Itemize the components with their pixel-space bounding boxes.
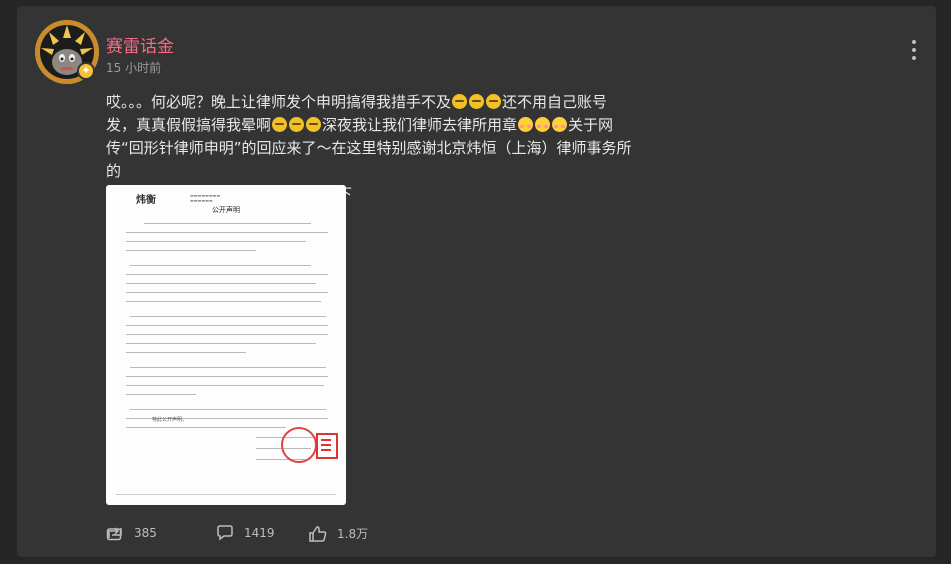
doc-text-line <box>126 394 196 395</box>
doc-text-line <box>130 409 326 410</box>
verified-badge-icon: ✦ <box>77 62 95 80</box>
doc-text-line <box>130 265 311 266</box>
doc-closing: 特此公开声明。 <box>152 417 188 423</box>
sleep-emoji-icon <box>289 117 305 132</box>
doc-text-line <box>126 352 246 353</box>
doc-text-line <box>126 241 306 242</box>
comment-count: 1419 <box>244 526 275 540</box>
doc-text-line <box>126 283 316 284</box>
doc-text-line <box>126 334 328 335</box>
doc-text-line <box>126 292 328 293</box>
doc-logo-subtext: ▬▬▬▬▬▬▬▬ ▬▬▬▬▬▬ <box>190 193 221 203</box>
doc-text-line <box>126 376 328 377</box>
sleep-emoji-icon <box>469 94 485 109</box>
doc-text-line <box>126 232 328 233</box>
like-count: 1.8万 <box>337 527 369 541</box>
blush-emoji-icon <box>552 117 568 132</box>
blush-emoji-icon <box>535 117 551 132</box>
sleep-emoji-icon <box>452 94 468 109</box>
doc-logo: 炜衡 <box>136 195 156 206</box>
post-text-line: 传“回形针律师申明”的回应来了～在这里特别感谢北京炜恒（上海）律师事务所的 <box>106 137 646 183</box>
doc-text-line <box>126 274 328 275</box>
post-image-statement[interactable]: 炜衡 ▬▬▬▬▬▬▬▬ ▬▬▬▬▬▬ 公开声明 特此公开声明。 <box>106 185 346 505</box>
seal-stamp-square <box>316 433 338 459</box>
repost-icon <box>106 527 122 541</box>
doc-text-line <box>130 367 326 368</box>
seal-stamp <box>281 427 317 463</box>
post-text-segment: 传“回形针律师申明”的回应来了～在这里特别感谢北京炜恒（上海）律师事务所的 <box>106 139 632 180</box>
post-text-segment: 关于网 <box>568 116 614 134</box>
comment-icon <box>217 525 233 541</box>
post-time[interactable]: 15 小时前 <box>106 59 161 76</box>
weibo-post-card: ✦ 赛雷话金 15 小时前 哎。。。何必呢？晚上让律师发个申明搞得我措手不及 还不… <box>17 6 936 557</box>
doc-text-line <box>126 325 328 326</box>
more-vertical-icon[interactable] <box>912 40 916 64</box>
post-text-line: 发，真真假假搞得我晕啊 深夜我让我们律师去律所用章 关于网 <box>106 114 646 137</box>
doc-footer <box>116 494 336 495</box>
doc-text-line <box>126 385 324 386</box>
doc-text-line <box>130 316 326 317</box>
repost-button[interactable]: 385 <box>106 525 157 541</box>
post-text-segment: 发，真真假假搞得我晕啊 <box>106 116 272 134</box>
comment-button[interactable]: 1419 <box>216 525 275 541</box>
post-text-segment: 深夜我让我们律师去律所用章 <box>322 116 518 134</box>
thumbs-up-icon <box>309 525 327 542</box>
doc-text-line <box>144 223 311 224</box>
post-text-segment: 哎。。。何必呢？晚上让律师发个申明搞得我措手不及 <box>106 93 452 111</box>
sleep-emoji-icon <box>272 117 288 132</box>
post-text-segment: 还不用自己账号 <box>502 93 608 111</box>
like-button[interactable]: 1.8万 <box>309 525 368 542</box>
blush-emoji-icon <box>518 117 534 132</box>
repost-count: 385 <box>134 526 157 540</box>
sleep-emoji-icon <box>306 117 322 132</box>
doc-text-line <box>126 427 286 428</box>
doc-text-line <box>126 301 321 302</box>
username[interactable]: 赛雷话金 <box>106 32 174 57</box>
sleep-emoji-icon <box>486 94 502 109</box>
doc-text-line <box>126 250 256 251</box>
doc-text-line <box>126 343 316 344</box>
doc-title: 公开声明 <box>212 206 240 214</box>
post-text-line: 哎。。。何必呢？晚上让律师发个申明搞得我措手不及 还不用自己账号 <box>106 91 646 114</box>
